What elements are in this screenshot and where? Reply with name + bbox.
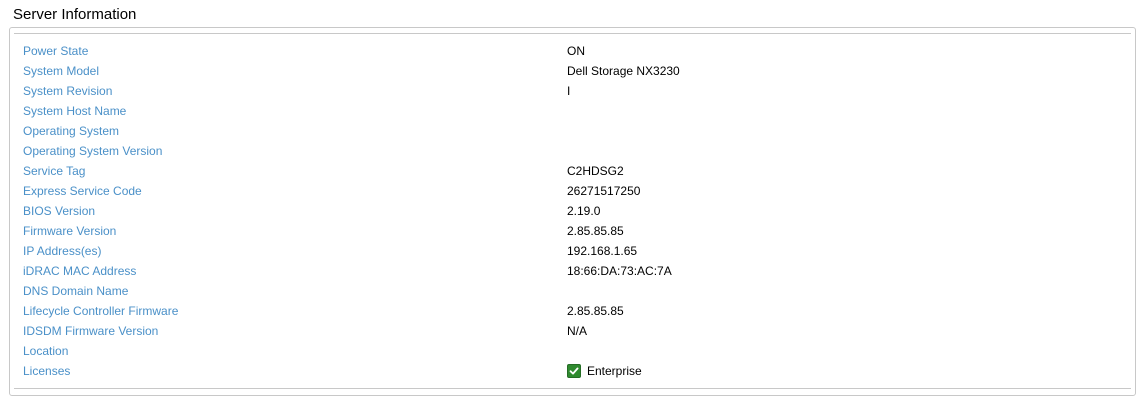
row-label: Location	[23, 344, 69, 358]
info-table: Power State ON System Model Dell Storage…	[10, 41, 1135, 381]
row-bios-version: BIOS Version 2.19.0	[10, 201, 1135, 221]
row-system-model: System Model Dell Storage NX3230	[10, 61, 1135, 81]
row-value: Dell Storage NX3230	[567, 64, 680, 78]
row-firmware-version: Firmware Version 2.85.85.85	[10, 221, 1135, 241]
row-label: System Host Name	[23, 104, 127, 118]
row-express-service-code: Express Service Code 26271517250	[10, 181, 1135, 201]
row-label: Lifecycle Controller Firmware	[23, 304, 179, 318]
row-label: Express Service Code	[23, 184, 142, 198]
row-value: 2.19.0	[567, 204, 601, 218]
row-label: Power State	[23, 44, 89, 58]
row-label: System Model	[23, 64, 100, 78]
row-operating-system-version: Operating System Version	[10, 141, 1135, 161]
row-value: I	[567, 84, 571, 98]
row-label: Operating System	[23, 124, 120, 138]
row-label: System Revision	[23, 84, 113, 98]
row-value: N/A	[567, 324, 588, 338]
row-power-state: Power State ON	[10, 41, 1135, 61]
row-label: BIOS Version	[23, 204, 96, 218]
row-value: ON	[567, 44, 585, 58]
row-label: DNS Domain Name	[23, 284, 129, 298]
row-value: 2.85.85.85	[567, 304, 624, 318]
license-name: Enterprise	[587, 364, 642, 378]
divider	[14, 388, 1131, 389]
row-ip-addresses: IP Address(es) 192.168.1.65	[10, 241, 1135, 261]
row-service-tag: Service Tag C2HDSG2	[10, 161, 1135, 181]
row-system-revision: System Revision I	[10, 81, 1135, 101]
row-idrac-mac-address: iDRAC MAC Address 18:66:DA:73:AC:7A	[10, 261, 1135, 281]
section-title: Server Information	[13, 6, 137, 23]
row-system-host-name: System Host Name	[10, 101, 1135, 121]
row-label: Licenses	[23, 364, 71, 378]
row-lifecycle-controller-firmware: Lifecycle Controller Firmware 2.85.85.85	[10, 301, 1135, 321]
row-dns-domain-name: DNS Domain Name	[10, 281, 1135, 301]
row-value: 2.85.85.85	[567, 224, 624, 238]
license-value: Enterprise	[567, 361, 642, 381]
row-operating-system: Operating System	[10, 121, 1135, 141]
row-label: IP Address(es)	[23, 244, 102, 258]
row-label: Service Tag	[23, 164, 86, 178]
server-information-panel: Power State ON System Model Dell Storage…	[9, 27, 1136, 396]
row-value: 18:66:DA:73:AC:7A	[567, 264, 672, 278]
row-label: iDRAC MAC Address	[23, 264, 137, 278]
row-value: 26271517250	[567, 184, 641, 198]
row-label: Firmware Version	[23, 224, 117, 238]
row-location: Location	[10, 341, 1135, 361]
row-label: IDSDM Firmware Version	[23, 324, 159, 338]
divider	[14, 33, 1131, 34]
row-licenses: Licenses Enterprise	[10, 361, 1135, 381]
row-label: Operating System Version	[23, 144, 163, 158]
row-idsdm-firmware-version: IDSDM Firmware Version N/A	[10, 321, 1135, 341]
row-value: C2HDSG2	[567, 164, 624, 178]
checkmark-icon	[567, 364, 581, 378]
row-value: 192.168.1.65	[567, 244, 638, 258]
